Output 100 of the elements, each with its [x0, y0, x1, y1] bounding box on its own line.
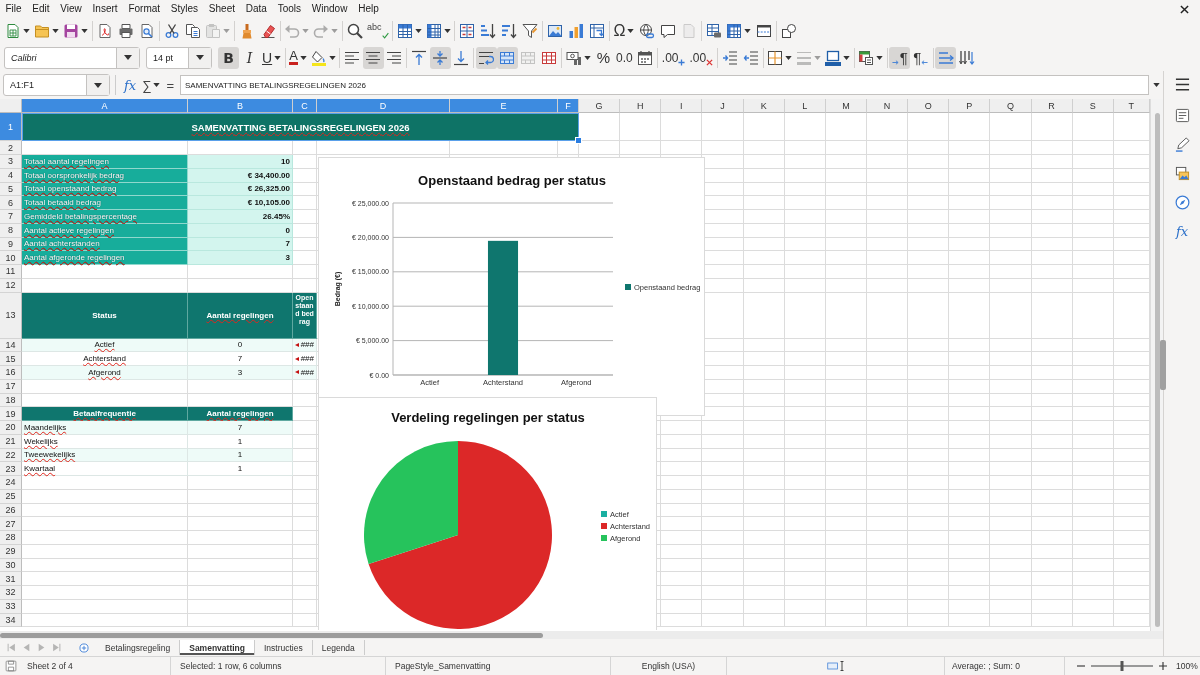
sheet-position: Sheet 2 of 4: [27, 661, 73, 671]
zoom-level[interactable]: 100%: [1176, 661, 1198, 671]
underline-button[interactable]: U: [260, 46, 284, 69]
count-cell: 7: [188, 421, 293, 435]
text-left-to-right-button[interactable]: [935, 46, 957, 69]
column-header[interactable]: N: [867, 99, 909, 113]
row-header[interactable]: 6: [0, 196, 22, 210]
row-header[interactable]: 23: [0, 462, 22, 476]
column-header[interactable]: J: [702, 99, 744, 113]
caret-icon: [153, 83, 161, 87]
horizontal-scrollbar[interactable]: [0, 631, 1163, 639]
decrease-indent-icon: [742, 49, 759, 66]
row-header[interactable]: 13: [0, 292, 22, 339]
column-header[interactable]: S: [1072, 99, 1114, 113]
column-header[interactable]: A: [22, 99, 188, 113]
align-center-button[interactable]: [362, 46, 384, 69]
menu-item[interactable]: Edit: [26, 1, 55, 17]
scrollbar-thumb[interactable]: [1154, 113, 1160, 627]
page-style[interactable]: PageStyle_Samenvatting: [395, 661, 491, 671]
menu-item[interactable]: Sheet: [203, 1, 241, 17]
language[interactable]: English (USA): [641, 661, 696, 671]
menu-item[interactable]: Styles: [165, 1, 204, 17]
spelling-button[interactable]: abc: [365, 20, 391, 42]
functions-button[interactable]: fx: [1171, 221, 1193, 241]
row-header[interactable]: 11: [0, 265, 22, 279]
status-cell: Achterstand: [22, 352, 188, 366]
column-header[interactable]: B: [188, 99, 293, 113]
wrap-text-button[interactable]: [475, 46, 497, 69]
fill-handle[interactable]: [575, 137, 582, 144]
left-to-right-button[interactable]: ¶: [889, 46, 911, 69]
column-header[interactable]: E: [450, 99, 558, 113]
font-color-button[interactable]: A: [287, 46, 309, 69]
row-header[interactable]: 20: [0, 421, 22, 435]
column-header[interactable]: O: [908, 99, 950, 113]
menu-item[interactable]: Format: [123, 1, 166, 17]
special-character-button[interactable]: Ω: [611, 20, 637, 42]
sidebar-handle[interactable]: [1160, 340, 1166, 390]
row-header[interactable]: 2: [0, 141, 22, 155]
font-name-field[interactable]: Calibri: [4, 46, 140, 69]
row-header[interactable]: 16: [0, 366, 22, 380]
merge-and-center-button[interactable]: [496, 46, 518, 69]
close-document-button[interactable]: [1178, 3, 1190, 15]
scrollbar-thumb[interactable]: [0, 632, 543, 638]
slider-thumb[interactable]: [1120, 661, 1124, 671]
percent-format-button[interactable]: %: [592, 46, 614, 69]
add-sheet-button[interactable]: [76, 640, 92, 655]
menu-item[interactable]: Help: [352, 1, 385, 17]
column-header[interactable]: C: [293, 99, 317, 113]
vertical-scrollbar[interactable]: [1150, 99, 1163, 631]
bar-chart-icon: [568, 23, 584, 39]
menu-item[interactable]: Window: [306, 1, 353, 17]
column-header[interactable]: H: [620, 99, 662, 113]
row-header[interactable]: 28: [0, 531, 22, 545]
column-header[interactable]: L: [784, 99, 826, 113]
right-to-left-button[interactable]: ¶: [910, 46, 932, 69]
row-header[interactable]: 27: [0, 517, 22, 531]
italic-button[interactable]: I: [239, 46, 260, 69]
column-header[interactable]: D: [317, 99, 450, 113]
sheet-tab[interactable]: Samenvatting: [180, 640, 255, 655]
row-header[interactable]: 3: [0, 155, 22, 169]
column-header[interactable]: K: [743, 99, 785, 113]
sheet-tab[interactable]: Instructies: [254, 640, 313, 655]
zoom-in-button[interactable]: [1157, 660, 1169, 672]
row-header[interactable]: 15: [0, 352, 22, 366]
function-wizard-button[interactable]: fx: [121, 74, 140, 96]
menu-item[interactable]: Data: [240, 1, 273, 17]
row-header[interactable]: 31: [0, 572, 22, 586]
sum-button[interactable]: ∑: [139, 74, 164, 96]
bold-button[interactable]: B: [218, 46, 239, 69]
formula-button[interactable]: =: [163, 74, 178, 96]
add-decimal-place-button[interactable]: .00: [659, 46, 688, 69]
column-header[interactable]: T: [1113, 99, 1150, 113]
menu-item[interactable]: View: [54, 1, 88, 17]
row-header[interactable]: 19: [0, 407, 22, 421]
column-header[interactable]: P: [949, 99, 991, 113]
arrow-right-icon: [891, 58, 899, 66]
name-box[interactable]: A1:F1: [3, 74, 110, 96]
column-header[interactable]: G: [579, 99, 621, 113]
font-size-field[interactable]: 14 pt: [146, 46, 212, 69]
formula-input[interactable]: SAMENVATTING BETALINGSREGELINGEN 2026: [180, 75, 1149, 95]
delete-decimal-place-button[interactable]: .00: [687, 46, 716, 69]
menu-item[interactable]: Tools: [272, 1, 307, 17]
column-header[interactable]: F: [558, 99, 579, 113]
sheet-tab[interactable]: Legenda: [312, 640, 365, 655]
column-header[interactable]: M: [825, 99, 867, 113]
row-header[interactable]: 10: [0, 251, 22, 265]
center-vertically-button[interactable]: [429, 46, 451, 69]
selection-summary: Average: ; Sum: 0: [952, 661, 1020, 671]
column-header[interactable]: I: [661, 99, 703, 113]
menu-item[interactable]: Insert: [87, 1, 123, 17]
row-header[interactable]: 7: [0, 210, 22, 224]
row-header[interactable]: 1: [0, 113, 22, 141]
menu-item[interactable]: File: [0, 1, 27, 17]
row-header[interactable]: 32: [0, 586, 22, 600]
borders-icon: [767, 49, 784, 66]
row-header[interactable]: 24: [0, 476, 22, 490]
column-header[interactable]: Q: [990, 99, 1032, 113]
column-header[interactable]: R: [1031, 99, 1073, 113]
selection-mode-icon[interactable]: [826, 660, 845, 672]
number-format-button[interactable]: 0.0: [613, 46, 635, 69]
